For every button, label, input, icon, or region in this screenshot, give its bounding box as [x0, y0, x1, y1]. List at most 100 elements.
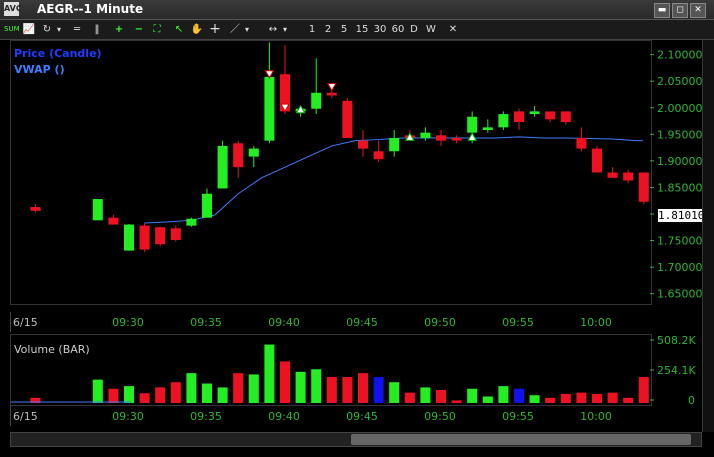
time-tick-label: 09:55 [502, 410, 534, 423]
volume-bar [202, 383, 212, 403]
candle-body [576, 137, 587, 149]
time-tick-label: 09:35 [190, 316, 222, 329]
time-tick-label: 09:50 [424, 316, 456, 329]
volume-bar [482, 396, 493, 403]
price-chart[interactable] [11, 41, 665, 304]
candle-body [498, 114, 509, 128]
candle [124, 224, 134, 251]
scrollbar-thumb[interactable] [351, 434, 691, 445]
volume-bar [342, 377, 353, 403]
volume-panel[interactable]: Volume (BAR) [10, 334, 665, 406]
price-tick-label: 2.10000 [657, 49, 702, 62]
volume-bar [248, 374, 259, 403]
cursor-icon[interactable]: ↖ [172, 21, 186, 38]
candle-body [264, 76, 275, 141]
candle-body [124, 224, 134, 251]
volume-bar [638, 377, 649, 403]
price-panel[interactable]: Price (Candle) VWAP () [10, 40, 665, 305]
candle [108, 215, 119, 225]
time-tick-label: 09:55 [502, 316, 534, 329]
fit-icon[interactable]: ⛶ [150, 21, 164, 38]
close-button[interactable]: ✕ [690, 3, 706, 18]
crosshair-icon[interactable]: + [208, 21, 222, 38]
legend-vwap: VWAP () [14, 63, 65, 76]
volume-chart[interactable] [11, 335, 665, 405]
chart-type-icon[interactable]: 📈 [22, 21, 36, 38]
time-tick-label: 09:35 [190, 410, 222, 423]
trade-marker-icon [264, 70, 275, 79]
refresh-icon[interactable]: ↻ [40, 21, 54, 38]
candle-body [514, 111, 524, 123]
time-tick-label: 10:00 [580, 316, 612, 329]
time-tick-label: 09:30 [112, 316, 144, 329]
candle [451, 135, 462, 144]
volume-bar [326, 377, 337, 403]
sum-button[interactable]: SUM [4, 21, 20, 38]
lines-icon[interactable]: ═ [70, 21, 84, 38]
title-bar: AVC AEGR--1 Minute ▬ ◻ ✕ [0, 0, 714, 20]
chevron-down-icon[interactable]: ▾ [54, 21, 64, 38]
candle-body [467, 116, 478, 133]
date-label: 6/15 [13, 316, 38, 329]
volume-bar [545, 397, 556, 403]
hand-icon[interactable]: ✋ [190, 21, 204, 38]
draw-line-icon[interactable]: ／ [228, 21, 242, 38]
timeframe-d[interactable]: D [408, 21, 420, 38]
chevron-down-icon[interactable]: ▾ [280, 21, 290, 38]
price-axis[interactable]: 2.10000 2.05000 2.00000 1.95000 1.90000 1.850… [650, 40, 703, 303]
volume-bar [436, 390, 446, 403]
volume-bar [170, 382, 181, 403]
timeframe-15[interactable]: 15 [354, 21, 370, 38]
candle-body [420, 132, 431, 138]
candle-body [139, 225, 150, 250]
candle-body [202, 193, 212, 218]
candle-body [623, 172, 634, 181]
minimize-button[interactable]: ▬ [654, 3, 670, 18]
volume-bar [139, 393, 150, 403]
legend-volume: Volume (BAR) [14, 343, 90, 356]
time-tick-label: 09:45 [346, 410, 378, 423]
zoom-out-icon[interactable]: − [132, 21, 146, 38]
legend-price-candle: Price (Candle) [14, 47, 102, 60]
candle-body [358, 140, 368, 149]
volume-bar [280, 361, 290, 403]
candle [607, 167, 618, 178]
close-icon[interactable]: ✕ [446, 21, 460, 38]
volume-bar [607, 392, 618, 403]
time-axis-top: 6/15 09:30 09:35 09:40 09:45 09:50 09:55 10:00 [9, 312, 650, 332]
candle [202, 188, 212, 218]
candle [514, 108, 524, 130]
chevron-down-icon[interactable]: ▾ [242, 21, 252, 38]
window-title: AEGR--1 Minute [37, 2, 144, 16]
restore-button[interactable]: ◻ [672, 3, 688, 18]
volume-axis[interactable]: 508.2K 254.1K 0 [650, 334, 702, 407]
volume-bar [451, 400, 462, 403]
volume-bar [576, 392, 587, 403]
candle-body [529, 111, 540, 115]
candle-body [92, 199, 103, 221]
candle-body [326, 92, 337, 96]
vertical-scrollbar[interactable] [702, 40, 714, 432]
volume-bar [186, 373, 197, 403]
timeframe-w[interactable]: W [424, 21, 438, 38]
timeframe-5[interactable]: 5 [338, 21, 350, 38]
timeframe-2[interactable]: 2 [322, 21, 334, 38]
timeframe-1[interactable]: 1 [306, 21, 318, 38]
candle [233, 140, 244, 178]
horizontal-scrollbar[interactable] [10, 432, 702, 447]
price-tick-label: 1.65000 [657, 288, 702, 301]
candle [186, 217, 197, 227]
timeframe-60[interactable]: 60 [390, 21, 406, 38]
volume-bar [404, 392, 415, 403]
volume-tick-label: 508.2K [657, 334, 696, 347]
arrows-icon[interactable]: ↔ [266, 21, 280, 38]
candle-body [389, 137, 400, 152]
candle [30, 204, 41, 213]
price-tick-label: 2.05000 [657, 75, 702, 88]
candle-body [436, 135, 446, 141]
volume-bar [592, 393, 602, 403]
candle-body [607, 172, 618, 178]
bars-icon[interactable]: ‖ [90, 21, 104, 38]
timeframe-30[interactable]: 30 [372, 21, 388, 38]
zoom-in-icon[interactable]: + [112, 21, 126, 38]
